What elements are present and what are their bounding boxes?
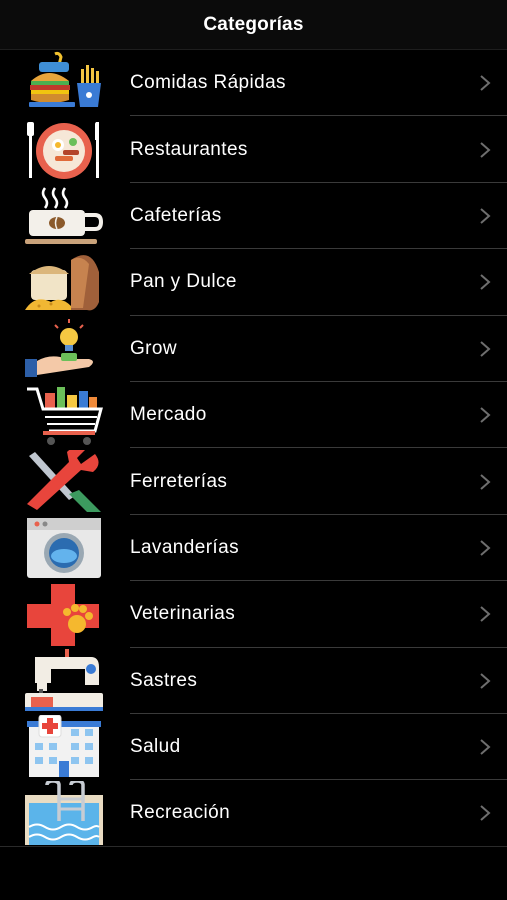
swimming-pool-icon [25,781,103,846]
category-row-salud[interactable]: Salud [0,714,507,781]
chevron-right-icon [463,738,507,756]
sewing-machine-icon [25,648,103,713]
category-row-comidas-rapidas[interactable]: Comidas Rápidas [0,50,507,117]
coffee-cup-icon [25,184,103,248]
category-row-cafeterias[interactable]: Cafeterías [0,183,507,250]
category-row-recreacion[interactable]: Recreación [0,780,507,848]
category-label: Sastres [130,669,198,691]
hospital-icon [25,715,103,779]
category-label: Salud [130,736,181,758]
category-label: Comidas Rápidas [130,72,286,94]
category-row-sastres[interactable]: Sastres [0,648,507,715]
tools-icon [25,449,103,514]
washing-machine-icon [25,516,103,580]
chevron-right-icon [463,406,507,424]
category-label: Pan y Dulce [130,271,237,293]
category-label: Cafeterías [130,204,222,226]
nav-bar: Categorías [0,0,507,50]
fast-food-icon [25,51,103,115]
chevron-right-icon [463,672,507,690]
plate-meal-icon [25,118,103,182]
category-row-grow[interactable]: Grow [0,316,507,383]
category-label: Lavanderías [130,536,239,558]
chevron-right-icon [463,473,507,491]
category-row-pan-y-dulce[interactable]: Pan y Dulce [0,249,507,316]
category-row-restaurantes[interactable]: Restaurantes [0,116,507,184]
shopping-cart-icon [25,383,103,447]
category-label: Restaurantes [130,138,248,160]
category-label: Grow [130,337,177,359]
category-row-lavanderias[interactable]: Lavanderías [0,515,507,582]
category-list: Comidas Rápidas Restaurantes Cafeterías … [0,50,507,848]
chevron-right-icon [463,539,507,557]
category-row-ferreterias[interactable]: Ferreterías [0,448,507,516]
chevron-right-icon [463,207,507,225]
chevron-right-icon [463,340,507,358]
category-label: Recreación [130,802,231,824]
chevron-right-icon [463,804,507,822]
category-label: Ferreterías [130,470,228,492]
vet-cross-paw-icon [25,582,103,647]
category-row-veterinarias[interactable]: Veterinarias [0,581,507,648]
bread-icon [25,250,103,314]
chevron-right-icon [463,74,507,92]
category-label: Mercado [130,404,207,426]
hand-lightbulb-icon [25,317,103,381]
chevron-right-icon [463,141,507,159]
chevron-right-icon [463,605,507,623]
category-row-mercado[interactable]: Mercado [0,382,507,449]
category-label: Veterinarias [130,603,236,625]
chevron-right-icon [463,273,507,291]
page-title: Categorías [203,13,304,35]
